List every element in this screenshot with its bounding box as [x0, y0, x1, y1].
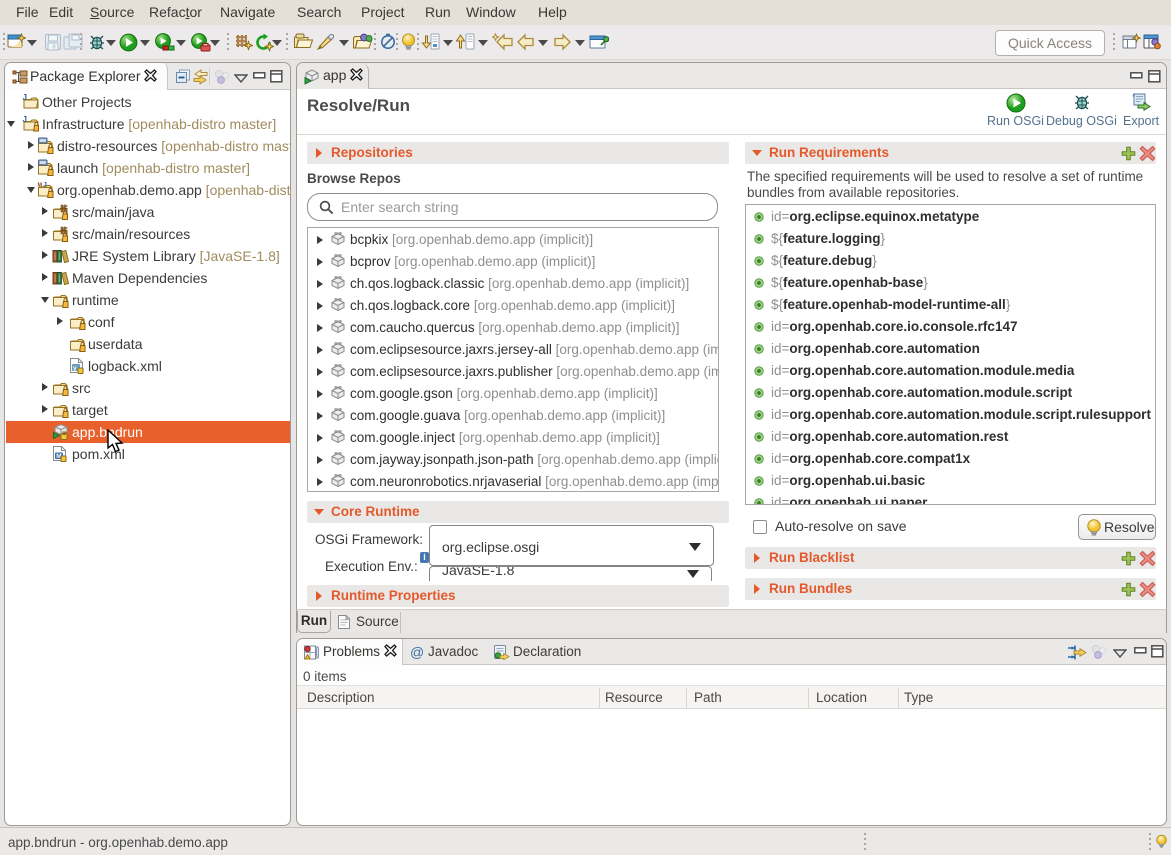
svg-text:J: J [23, 115, 27, 124]
svg-text:M: M [38, 183, 43, 189]
svg-text:J: J [43, 182, 47, 189]
svg-text:J: J [23, 93, 27, 102]
svg-text:y: y [73, 365, 77, 372]
svg-text:@: @ [410, 644, 424, 660]
